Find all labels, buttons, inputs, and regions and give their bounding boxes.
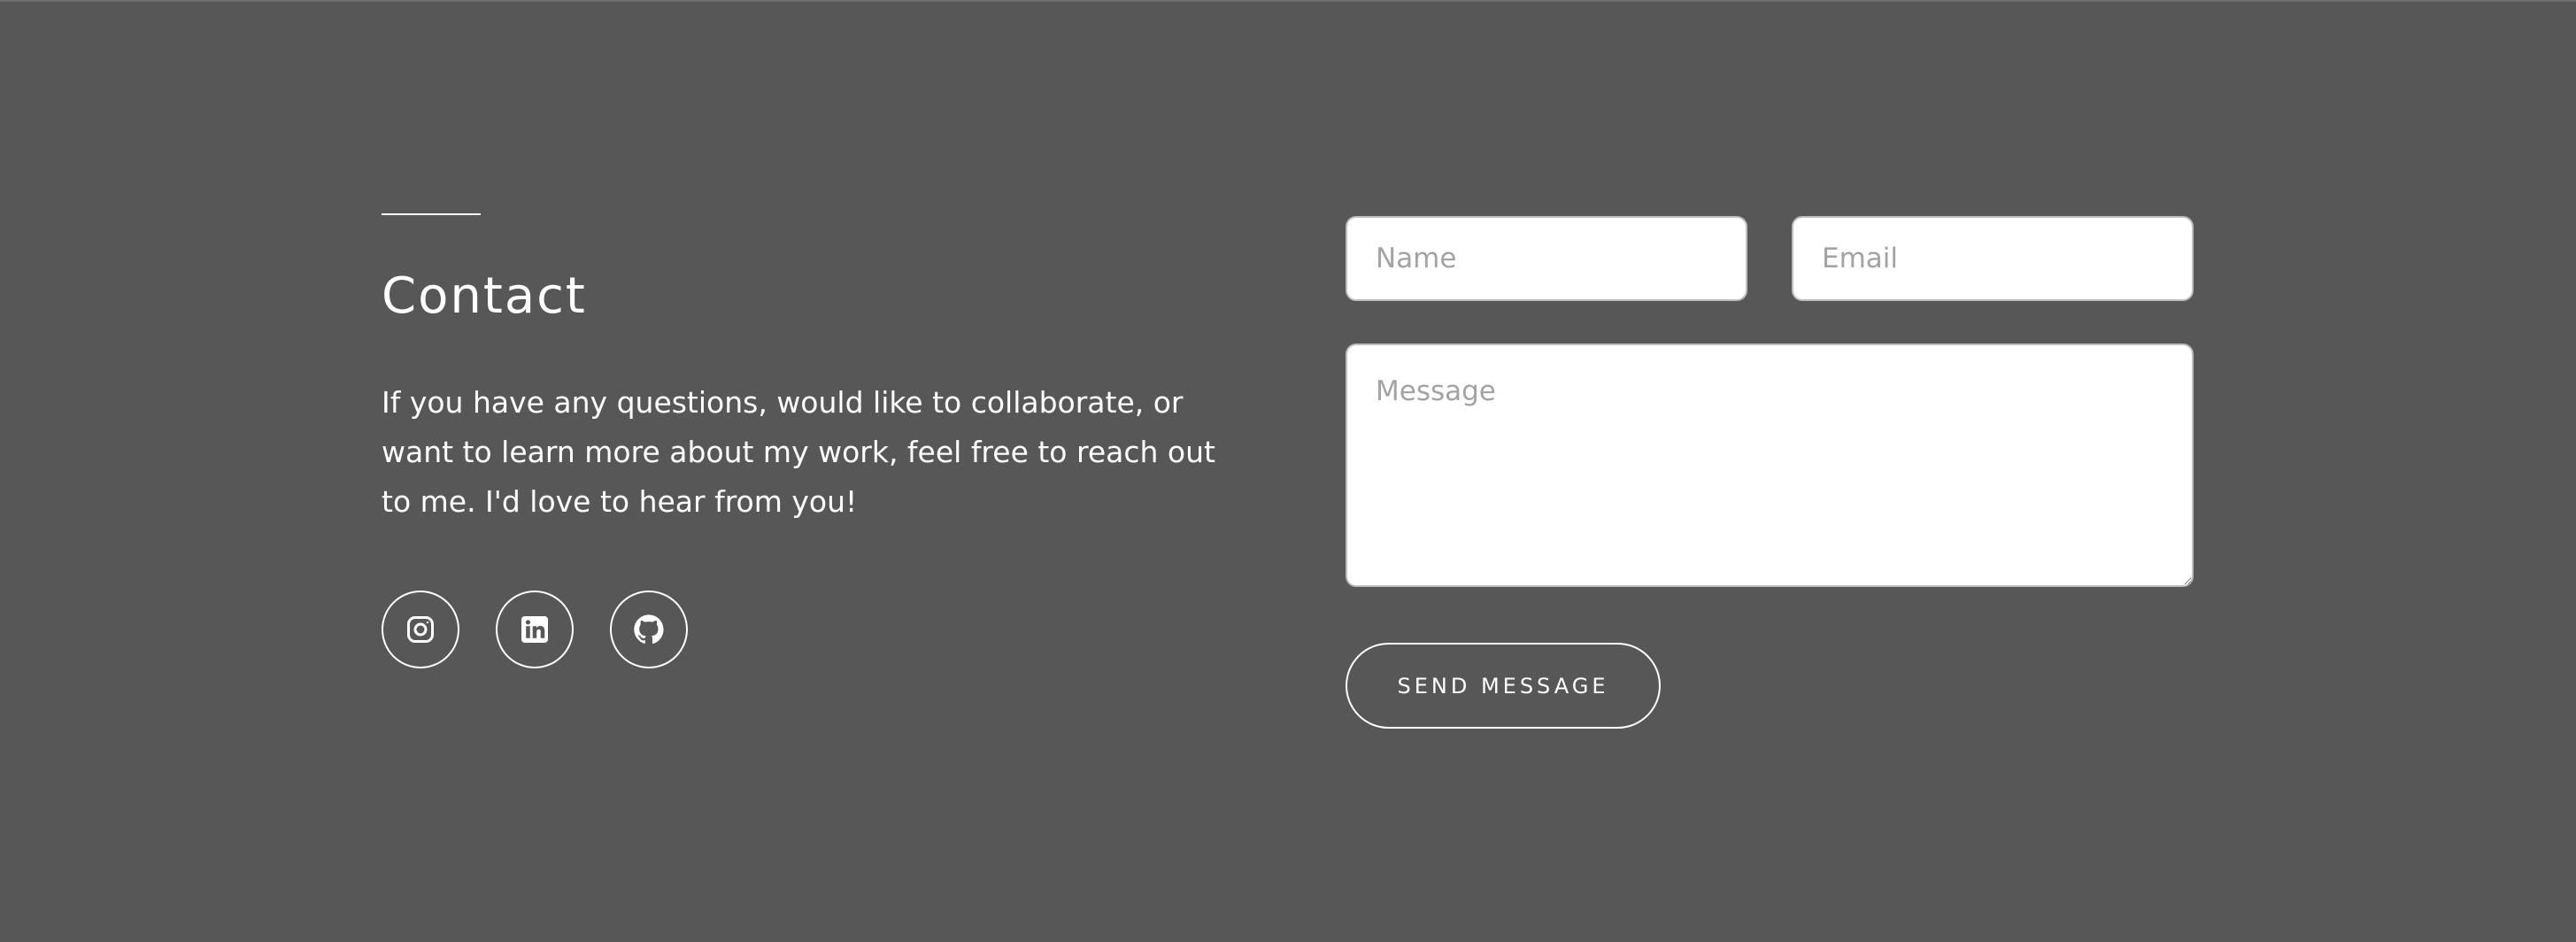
github-icon xyxy=(631,612,667,647)
name-email-row xyxy=(1346,216,2194,301)
linkedin-icon xyxy=(519,614,551,645)
contact-info: Contact If you have any questions, would… xyxy=(382,213,1267,668)
instagram-icon xyxy=(405,614,436,645)
message-textarea[interactable] xyxy=(1346,344,2194,587)
contact-section: Contact If you have any questions, would… xyxy=(0,2,2576,942)
section-title: Contact xyxy=(382,267,587,325)
email-input[interactable] xyxy=(1792,216,2194,301)
send-message-button[interactable]: SEND MESSAGE xyxy=(1346,643,1661,729)
contact-description: If you have any questions, would like to… xyxy=(382,385,1215,519)
instagram-link[interactable] xyxy=(382,591,459,668)
title-divider xyxy=(382,213,481,215)
name-input[interactable] xyxy=(1346,216,1747,301)
social-links xyxy=(382,591,1267,668)
linkedin-link[interactable] xyxy=(496,591,574,668)
contact-form: SEND MESSAGE xyxy=(1346,216,2194,729)
github-link[interactable] xyxy=(610,591,688,668)
